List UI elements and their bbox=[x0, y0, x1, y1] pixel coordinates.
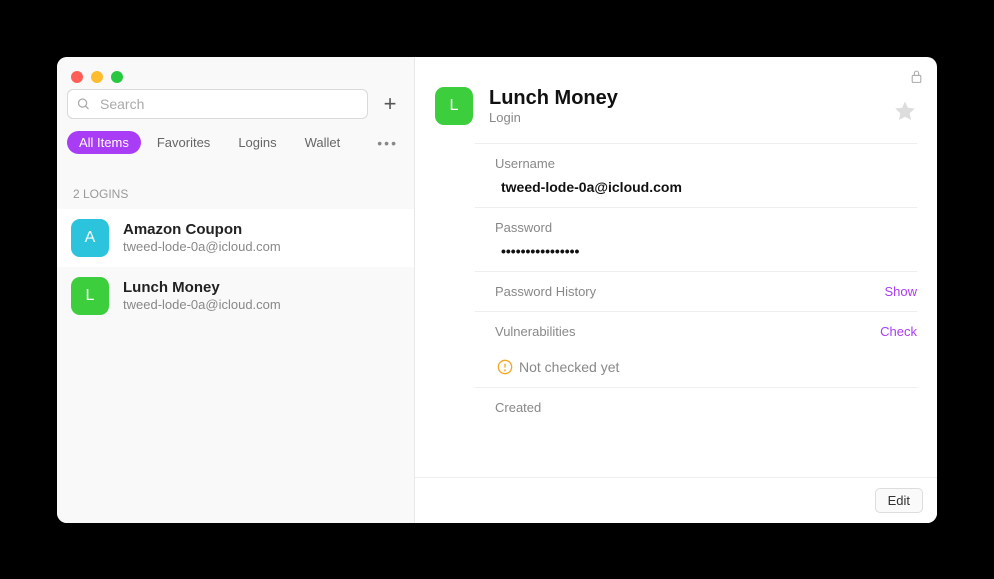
detail-footer: Edit bbox=[415, 477, 937, 523]
avatar: L bbox=[71, 277, 109, 315]
sidebar: + All Items Favorites Logins Wallet ••• … bbox=[57, 57, 415, 523]
star-icon bbox=[893, 99, 917, 123]
username-value: tweed-lode-0a@icloud.com bbox=[495, 179, 917, 195]
ellipsis-icon: ••• bbox=[377, 135, 398, 151]
vulnerabilities-label: Vulnerabilities bbox=[495, 324, 575, 339]
minimize-window-button[interactable] bbox=[91, 71, 103, 83]
fullscreen-window-button[interactable] bbox=[111, 71, 123, 83]
sidebar-toolbar: + bbox=[57, 57, 414, 125]
search-input[interactable] bbox=[67, 89, 368, 119]
detail-title-group: Lunch Money Login bbox=[489, 87, 618, 125]
add-button[interactable]: + bbox=[376, 90, 404, 118]
check-vulnerabilities-button[interactable]: Check bbox=[880, 324, 917, 339]
filter-items: All Items Favorites Logins Wallet bbox=[67, 131, 363, 154]
vulnerability-status-text: Not checked yet bbox=[519, 359, 619, 375]
vulnerability-status: Not checked yet bbox=[475, 359, 917, 387]
detail-header: L Lunch Money Login bbox=[415, 57, 937, 137]
list-item-subtitle: tweed-lode-0a@icloud.com bbox=[123, 297, 400, 312]
search-icon bbox=[76, 96, 91, 111]
favorite-button[interactable] bbox=[893, 99, 917, 128]
filter-row: All Items Favorites Logins Wallet ••• bbox=[57, 125, 414, 165]
login-list: A Amazon Coupon tweed-lode-0a@icloud.com… bbox=[57, 209, 414, 523]
password-field[interactable]: Password •••••••••••••••• bbox=[475, 207, 917, 271]
password-history-label: Password History bbox=[495, 284, 596, 299]
lock-icon[interactable] bbox=[910, 69, 923, 84]
list-item[interactable]: A Amazon Coupon tweed-lode-0a@icloud.com bbox=[57, 209, 414, 267]
list-item-text: Amazon Coupon tweed-lode-0a@icloud.com bbox=[123, 221, 400, 254]
list-item-subtitle: tweed-lode-0a@icloud.com bbox=[123, 239, 400, 254]
list-item-text: Lunch Money tweed-lode-0a@icloud.com bbox=[123, 279, 400, 312]
edit-button[interactable]: Edit bbox=[875, 488, 923, 513]
detail-pane: L Lunch Money Login Username tweed-lode-… bbox=[415, 57, 937, 523]
password-history-field: Password History Show bbox=[475, 271, 917, 311]
filter-logins[interactable]: Logins bbox=[226, 131, 288, 154]
list-item[interactable]: L Lunch Money tweed-lode-0a@icloud.com bbox=[57, 267, 414, 325]
search-wrap bbox=[67, 89, 368, 119]
list-item-title: Lunch Money bbox=[123, 279, 400, 296]
plus-icon: + bbox=[384, 91, 397, 117]
filter-favorites[interactable]: Favorites bbox=[145, 131, 222, 154]
created-label: Created bbox=[495, 400, 917, 415]
vulnerabilities-field: Vulnerabilities Check Not checked yet bbox=[475, 311, 917, 387]
traffic-lights bbox=[71, 71, 123, 83]
filter-wallet[interactable]: Wallet bbox=[293, 131, 353, 154]
filter-all-items[interactable]: All Items bbox=[67, 131, 141, 154]
username-field[interactable]: Username tweed-lode-0a@icloud.com bbox=[475, 143, 917, 207]
detail-avatar: L bbox=[435, 87, 473, 125]
detail-title: Lunch Money bbox=[489, 87, 618, 110]
created-field: Created bbox=[475, 387, 917, 427]
password-label: Password bbox=[495, 220, 917, 235]
detail-fields: Username tweed-lode-0a@icloud.com Passwo… bbox=[415, 137, 937, 477]
detail-topbar bbox=[910, 69, 923, 89]
list-header: 2 LOGINS bbox=[57, 165, 414, 209]
warning-icon bbox=[497, 359, 513, 375]
list-item-title: Amazon Coupon bbox=[123, 221, 400, 238]
username-label: Username bbox=[495, 156, 917, 171]
app-window: + All Items Favorites Logins Wallet ••• … bbox=[57, 57, 937, 523]
show-history-button[interactable]: Show bbox=[884, 284, 917, 299]
more-button[interactable]: ••• bbox=[371, 131, 404, 155]
avatar: A bbox=[71, 219, 109, 257]
detail-subtitle: Login bbox=[489, 110, 618, 125]
close-window-button[interactable] bbox=[71, 71, 83, 83]
password-value: •••••••••••••••• bbox=[495, 243, 917, 259]
